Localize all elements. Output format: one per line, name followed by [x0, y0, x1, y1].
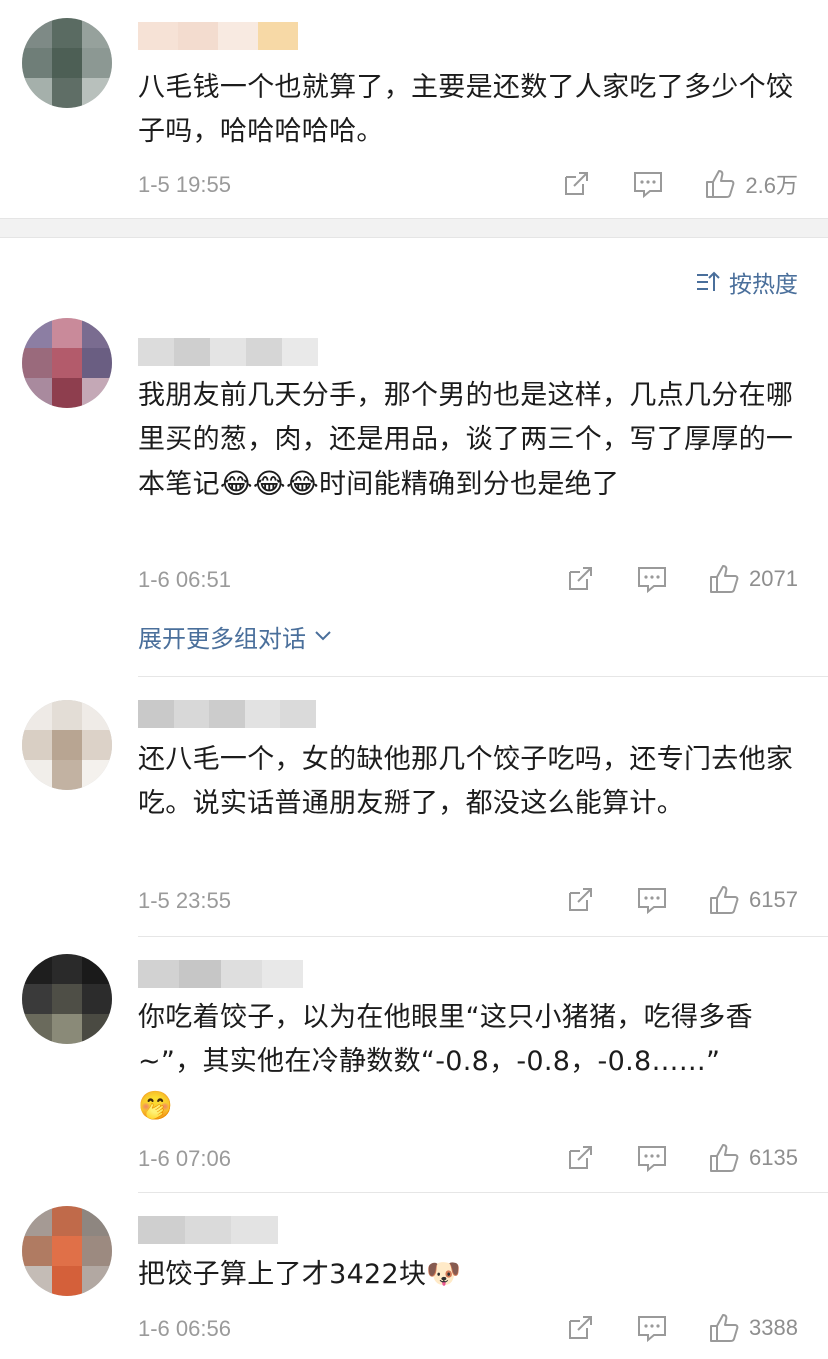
comment-time: 1-6 07:06: [138, 1146, 231, 1171]
share-icon[interactable]: [563, 1141, 597, 1175]
thumbs-up-icon[interactable]: [707, 1311, 741, 1345]
comment-actions: 6135: [563, 1140, 798, 1176]
comment-text: 你吃着饺子，以为在他眼里“这只小猪猪，吃得多香~”，其实他在冷静数数“-0.8，…: [138, 1002, 753, 1122]
comment-time: 1-6 06:51: [138, 567, 231, 592]
comment-item: 把饺子算上了才3422块🐶 1-6 06:56 3388: [0, 1196, 828, 1359]
username-blurred[interactable]: [138, 22, 298, 50]
divider: [138, 676, 828, 677]
like-count: 6157: [749, 887, 798, 912]
share-icon[interactable]: [563, 883, 597, 917]
username-blurred[interactable]: [138, 1216, 278, 1244]
comment-text: 八毛钱一个也就算了，主要是还数了人家吃了多少个饺子吗，哈哈哈哈哈。: [138, 72, 794, 147]
comment-actions: 2.6万: [559, 166, 798, 202]
comment-time: 1-5 23:55: [138, 888, 231, 913]
thumbs-up-icon[interactable]: [707, 1141, 741, 1175]
avatar[interactable]: [22, 954, 112, 1044]
expand-label: 展开更多组对话: [138, 624, 306, 653]
share-icon[interactable]: [563, 562, 597, 596]
avatar[interactable]: [22, 18, 112, 108]
comment-actions: 2071: [563, 561, 798, 597]
comment-item: 你吃着饺子，以为在他眼里“这只小猪猪，吃得多香~”，其实他在冷静数数“-0.8，…: [0, 940, 828, 1190]
thumbs-up-icon[interactable]: [703, 167, 737, 201]
share-icon[interactable]: [563, 1311, 597, 1345]
reply-icon[interactable]: [635, 562, 669, 596]
shushing-emoji: 🤭: [138, 1089, 174, 1122]
reply-icon[interactable]: [635, 883, 669, 917]
avatar[interactable]: [22, 700, 112, 790]
comment-text: 还八毛一个，女的缺他那几个饺子吃吗，还专门去他家吃。说实话普通朋友掰了，都没这么…: [138, 744, 794, 819]
section-separator: [0, 218, 828, 238]
avatar[interactable]: [22, 318, 112, 408]
reply-icon[interactable]: [635, 1311, 669, 1345]
expand-thread-button[interactable]: 展开更多组对话: [138, 620, 332, 653]
thumbs-up-icon[interactable]: [707, 562, 741, 596]
chevron-down-icon: [314, 630, 332, 642]
comment-item: 我朋友前几天分手，那个男的也是这样，几点几分在哪里买的葱，肉，还是用品，谈了两三…: [0, 310, 828, 670]
like-count: 3388: [749, 1315, 798, 1340]
comment-actions: 3388: [563, 1310, 798, 1346]
like-count: 2071: [749, 566, 798, 591]
username-blurred[interactable]: [138, 338, 318, 366]
comment-item: 还八毛一个，女的缺他那几个饺子吃吗，还专门去他家吃。说实话普通朋友掰了，都没这么…: [0, 680, 828, 930]
laughing-emoji: 😂😂😂: [219, 467, 319, 500]
comment-feed: 八毛钱一个也就算了，主要是还数了人家吃了多少个饺子吗，哈哈哈哈哈。 1-5 19…: [0, 0, 828, 1359]
divider: [138, 1192, 828, 1193]
like-count: 6135: [749, 1145, 798, 1170]
divider: [138, 936, 828, 937]
comment-text: 把饺子算上了才3422块🐶: [138, 1257, 462, 1290]
like-count: 2.6万: [745, 173, 798, 198]
sort-icon: [695, 269, 721, 295]
username-blurred[interactable]: [138, 700, 316, 728]
sort-label: 按热度: [729, 272, 798, 298]
share-icon[interactable]: [559, 167, 593, 201]
dog-emoji: 🐶: [426, 1257, 462, 1290]
comment-time: 1-5 19:55: [138, 172, 231, 197]
sort-by-hot-button[interactable]: 按热度: [695, 266, 798, 298]
thumbs-up-icon[interactable]: [707, 883, 741, 917]
username-blurred[interactable]: [138, 960, 303, 988]
reply-icon[interactable]: [631, 167, 665, 201]
comment-time: 1-6 06:56: [138, 1316, 231, 1341]
comment-actions: 6157: [563, 882, 798, 918]
comment-text: 我朋友前几天分手，那个男的也是这样，几点几分在哪里买的葱，肉，还是用品，谈了两三…: [138, 380, 794, 500]
avatar[interactable]: [22, 1206, 112, 1296]
reply-icon[interactable]: [635, 1141, 669, 1175]
comment-item: 八毛钱一个也就算了，主要是还数了人家吃了多少个饺子吗，哈哈哈哈哈。 1-5 19…: [0, 0, 828, 215]
